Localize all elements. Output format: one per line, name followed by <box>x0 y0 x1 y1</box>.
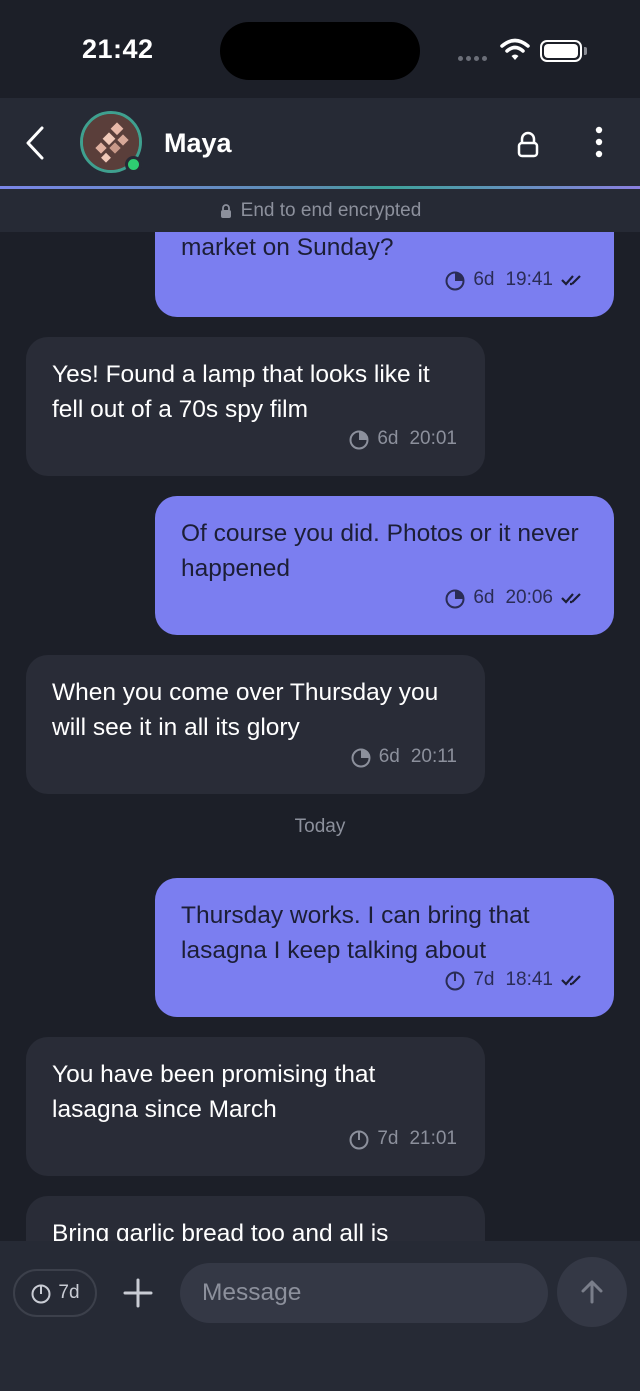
status-time: 21:42 <box>82 34 154 64</box>
double-check-icon <box>561 592 581 604</box>
timer-label: 6d <box>473 269 495 290</box>
online-status-dot <box>125 156 142 173</box>
message-bubble-outgoing[interactable]: Of course you did. Photos or it never ha… <box>155 496 614 635</box>
disappearing-timer-icon <box>445 589 465 608</box>
disappearing-timer-icon <box>351 748 371 767</box>
message-meta: 6d 20:01 <box>348 421 457 456</box>
message-bubble-incoming[interactable]: You have been promising that lasagna sin… <box>26 1037 485 1176</box>
cellular-signal-icon <box>458 56 487 61</box>
disappearing-timer-icon <box>445 971 465 990</box>
battery-icon <box>540 40 582 62</box>
wifi-icon <box>500 38 530 60</box>
message-text: Thursday works. I can bring that lasagna… <box>181 902 530 964</box>
timer-chip-label: 7d <box>58 1282 80 1303</box>
double-check-icon <box>561 974 581 986</box>
disappearing-timer-icon <box>349 430 369 449</box>
dynamic-island <box>220 22 420 80</box>
status-bar: 21:42 <box>0 0 640 98</box>
message-text: When you come over Thursday you will see… <box>52 679 439 741</box>
send-button[interactable] <box>557 1257 627 1327</box>
message-composer: 7d <box>0 1241 640 1391</box>
message-text: Yes! Found a lamp that looks like it fel… <box>52 361 430 423</box>
back-chevron-icon[interactable] <box>18 122 54 164</box>
double-check-icon <box>561 274 581 286</box>
message-text: Bring garlic bread too and all is <box>52 1220 389 1241</box>
timer-label: 7d <box>473 969 495 990</box>
chat-header: Maya <box>0 98 640 188</box>
timer-label: 6d <box>378 746 400 767</box>
contact-name[interactable]: Maya <box>164 128 232 159</box>
lock-icon[interactable] <box>514 130 542 160</box>
arrow-up-icon <box>581 1280 603 1304</box>
message-time: 20:01 <box>409 428 457 449</box>
message-time: 21:01 <box>409 1128 457 1149</box>
timer-icon <box>31 1284 51 1304</box>
message-meta: 6d 19:41 <box>444 262 586 297</box>
message-input[interactable] <box>180 1263 548 1323</box>
message-meta: 6d 20:06 <box>444 580 586 615</box>
message-time: 20:11 <box>410 746 457 767</box>
more-options-icon[interactable] <box>584 124 614 160</box>
timer-label: 6d <box>377 428 399 449</box>
disappearing-timer-button[interactable]: 7d <box>13 1269 97 1317</box>
message-time: 19:41 <box>505 269 553 290</box>
message-text: Of course you did. Photos or it never ha… <box>181 520 579 582</box>
message-meta: 7d 18:41 <box>444 962 586 997</box>
message-list[interactable]: market on Sunday? 6d 19:41 Yes! Found a … <box>0 232 640 1241</box>
disappearing-timer-icon <box>445 271 465 290</box>
encryption-text: End to end encrypted <box>240 199 422 221</box>
message-bubble-incoming[interactable]: Yes! Found a lamp that looks like it fel… <box>26 337 485 476</box>
day-separator: Today <box>294 816 346 837</box>
message-bubble-outgoing[interactable]: market on Sunday? 6d 19:41 <box>155 232 614 317</box>
message-bubble-incoming[interactable]: Bring garlic bread too and all is <box>26 1196 485 1241</box>
encryption-banner: End to end encrypted <box>0 189 640 232</box>
message-text: market on Sunday? <box>181 234 394 261</box>
plus-icon[interactable] <box>122 1277 154 1309</box>
message-meta: 7d 21:01 <box>348 1121 457 1156</box>
message-meta: 6d 20:11 <box>350 739 457 774</box>
message-text: You have been promising that lasagna sin… <box>52 1061 376 1123</box>
battery-tip <box>584 47 587 55</box>
message-time: 18:41 <box>505 969 553 990</box>
message-bubble-incoming[interactable]: When you come over Thursday you will see… <box>26 655 485 794</box>
message-time: 20:06 <box>505 587 553 608</box>
timer-label: 6d <box>473 587 495 608</box>
message-bubble-outgoing[interactable]: Thursday works. I can bring that lasagna… <box>155 878 614 1017</box>
disappearing-timer-icon <box>349 1130 369 1149</box>
small-lock-icon <box>220 203 231 218</box>
timer-label: 7d <box>377 1128 399 1149</box>
